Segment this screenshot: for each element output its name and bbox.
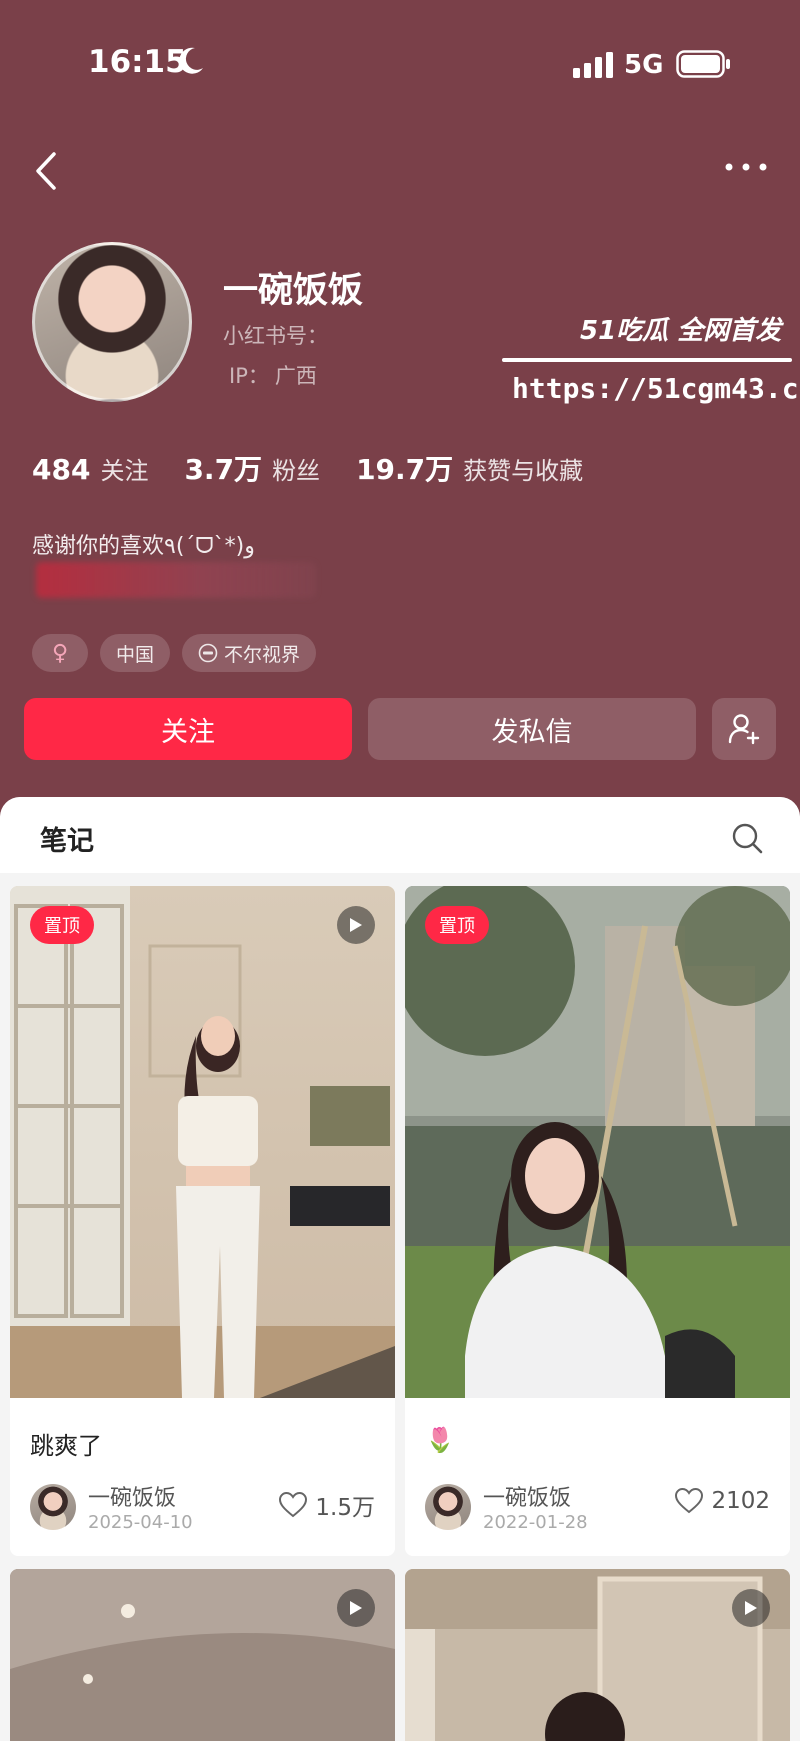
moon-icon	[179, 47, 203, 74]
message-button[interactable]: 发私信	[368, 698, 696, 760]
redacted-bio-line	[36, 562, 316, 598]
profile-stats: 484 关注 3.7万 粉丝 19.7万 获赞与收藏	[32, 448, 619, 488]
back-arrow-icon[interactable]	[28, 146, 68, 196]
heart-icon	[675, 1488, 704, 1514]
video-play-icon	[337, 1589, 375, 1627]
network-type: 5G	[624, 50, 664, 80]
battery-icon	[676, 50, 730, 78]
notes-header: 笔记	[0, 797, 800, 873]
pinned-badge: 置顶	[425, 906, 489, 944]
female-icon: ♀	[51, 640, 69, 666]
note-title: 🌷	[425, 1426, 455, 1454]
ip-label: IP：	[229, 364, 269, 388]
note-cover-image	[405, 886, 790, 1398]
note-card[interactable]	[10, 1569, 395, 1741]
note-date: 2025-04-10	[88, 1512, 193, 1533]
like-count: 1.5万	[315, 1495, 375, 1521]
mcn-label: 不尔视界	[224, 643, 301, 666]
note-card[interactable]	[405, 1569, 790, 1741]
note-date: 2022-01-28	[483, 1512, 588, 1533]
like-count: 2102	[711, 1488, 770, 1514]
follow-button[interactable]: 关注	[24, 698, 352, 760]
note-title: 跳爽了	[30, 1432, 102, 1460]
add-user-icon	[728, 714, 760, 745]
likes-label[interactable]: 获赞与收藏	[463, 451, 583, 486]
like-button[interactable]: 2102	[675, 1488, 770, 1514]
add-friend-button[interactable]	[712, 698, 776, 760]
note-cover-image	[10, 1569, 395, 1741]
author-avatar	[30, 1484, 76, 1530]
mcn-icon	[198, 643, 218, 663]
ip-location: IP： 广西	[223, 360, 317, 390]
status-time: 16:15	[88, 44, 187, 80]
redbook-id-label: 小红书号：	[223, 324, 328, 348]
profile-bio: 感谢你的喜欢٩(ˊᗜˋ*)و	[32, 534, 255, 559]
video-play-icon	[337, 906, 375, 944]
tab-notes[interactable]: 笔记	[40, 819, 94, 858]
video-play-icon	[732, 1589, 770, 1627]
followers-label[interactable]: 粉丝	[272, 451, 320, 486]
author-avatar	[425, 1484, 471, 1530]
ip-value: 广西	[274, 364, 317, 388]
region-label: 中国	[116, 643, 155, 666]
profile-avatar[interactable]	[32, 242, 192, 402]
profile-tags: ♀ 中国 不尔视界	[32, 634, 317, 672]
followers-count[interactable]: 3.7万	[184, 448, 262, 488]
like-button[interactable]: 1.5万	[279, 1488, 375, 1522]
likes-count[interactable]: 19.7万	[356, 448, 453, 488]
note-author: 一碗饭饭	[483, 1486, 572, 1511]
notes-panel: 笔记 置顶 跳爽了 一碗饭饭 2025-04-10 1.5万 置顶 🌷 一碗饭饭…	[0, 797, 800, 1741]
note-card[interactable]: 置顶 🌷 一碗饭饭 2022-01-28 2102	[405, 886, 790, 1556]
region-tag: 中国	[100, 634, 171, 672]
watermark-divider	[502, 358, 792, 362]
more-options-icon[interactable]	[724, 160, 768, 174]
gender-tag: ♀	[32, 634, 88, 672]
mcn-tag[interactable]: 不尔视界	[182, 634, 317, 672]
following-label[interactable]: 关注	[100, 451, 148, 486]
pinned-badge: 置顶	[30, 906, 94, 944]
watermark-url: https://51cgm43.com	[512, 372, 800, 405]
watermark-logo: 51吃瓜 全网首发	[580, 316, 782, 346]
heart-icon	[279, 1492, 308, 1518]
site-watermark: 51吃瓜 全网首发 https://51cgm43.com	[500, 310, 800, 410]
status-bar: 16:15 5G	[0, 0, 800, 130]
search-icon[interactable]	[730, 821, 764, 855]
following-count[interactable]: 484	[32, 453, 90, 486]
note-author: 一碗饭饭	[88, 1486, 177, 1511]
note-cover-image	[405, 1569, 790, 1741]
note-cover-image	[10, 886, 395, 1398]
profile-nickname: 一碗饭饭	[223, 271, 364, 311]
note-card[interactable]: 置顶 跳爽了 一碗饭饭 2025-04-10 1.5万	[10, 886, 395, 1556]
signal-icon	[573, 52, 613, 78]
